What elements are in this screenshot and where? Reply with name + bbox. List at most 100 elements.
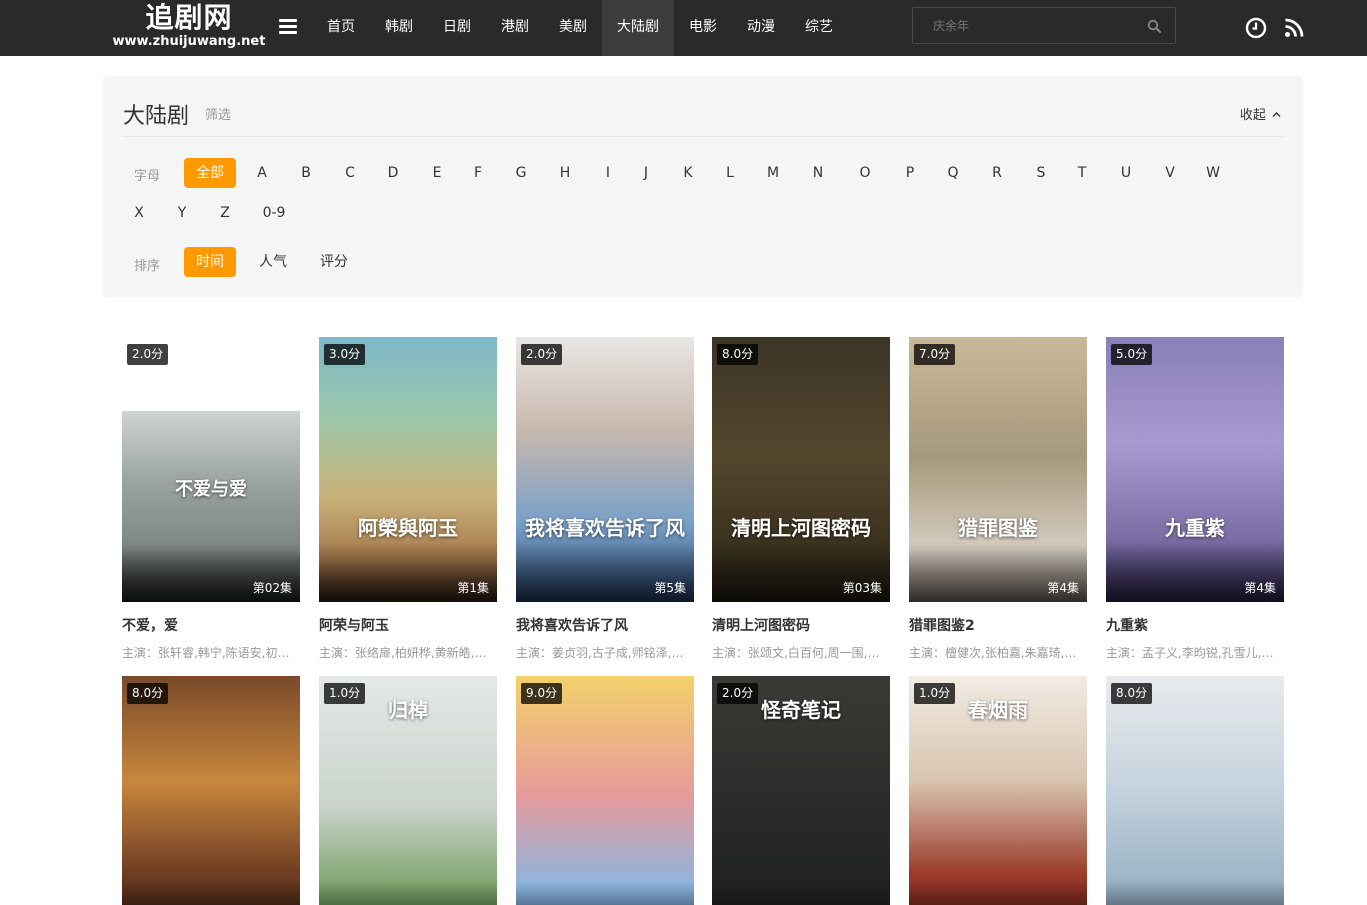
letter-option[interactable]: K (678, 158, 698, 188)
sort-option[interactable]: 时间 (184, 247, 236, 277)
drama-title[interactable]: 阿荣与阿玉 (319, 615, 497, 635)
drama-poster[interactable]: 8.0分 (1106, 676, 1284, 905)
letter-option[interactable]: A (252, 158, 272, 188)
nav-item[interactable]: 动漫 (732, 0, 790, 56)
letter-option[interactable]: P (900, 158, 920, 188)
drama-poster[interactable]: 猎罪图鉴 7.0分 第4集 (909, 337, 1087, 602)
poster-image (516, 676, 694, 905)
letter-option[interactable]: U (1116, 158, 1136, 188)
letter-option[interactable]: T (1072, 158, 1092, 188)
episode-badge: 第03集 (842, 581, 882, 595)
letter-option[interactable]: R (987, 158, 1007, 188)
clock-icon[interactable] (1245, 17, 1267, 39)
drama-poster[interactable]: 怪奇笔记 2.0分 (712, 676, 890, 905)
poster-shade (712, 881, 890, 905)
score-badge: 7.0分 (914, 344, 956, 365)
drama-card: 我将喜欢告诉了风 2.0分 第5集 我将喜欢告诉了风 主演：姜贞羽,古子成,师铭泽,陈.… (516, 337, 694, 661)
letter-option[interactable]: Q (943, 158, 963, 188)
menu-icon[interactable] (279, 19, 297, 35)
letter-option[interactable]: Y (172, 198, 192, 228)
drama-title[interactable]: 清明上河图密码 (712, 615, 890, 635)
score-badge: 9.0分 (521, 683, 563, 704)
letter-option[interactable]: O (855, 158, 875, 188)
nav-item[interactable]: 美剧 (544, 0, 602, 56)
drama-card: 猎罪图鉴 7.0分 第4集 猎罪图鉴2 主演：檀健次,张柏嘉,朱嘉琦,陆... (909, 337, 1087, 661)
score-badge: 3.0分 (324, 344, 366, 365)
letter-option[interactable]: F (468, 158, 488, 188)
drama-poster[interactable]: 8.0分 (122, 676, 300, 905)
poster-title-art: 九重紫 (1165, 516, 1225, 540)
drama-title[interactable]: 我将喜欢告诉了风 (516, 615, 694, 635)
letter-option[interactable]: X (129, 198, 149, 228)
letter-option[interactable]: V (1160, 158, 1180, 188)
drama-card: 8.0分 (1106, 676, 1284, 905)
sort-filter-label: 排序 (134, 259, 161, 274)
site-logo[interactable]: 追剧网 www.zhuijuwang.net (108, 2, 270, 54)
nav-item[interactable]: 首页 (312, 0, 370, 56)
drama-poster[interactable]: 阿榮與阿玉 3.0分 第1集 (319, 337, 497, 602)
score-badge: 8.0分 (717, 344, 759, 365)
nav-item[interactable]: 日剧 (428, 0, 486, 56)
letter-option[interactable]: M (763, 158, 783, 188)
nav-item[interactable]: 电影 (674, 0, 732, 56)
letter-option[interactable]: W (1203, 158, 1223, 188)
letter-option[interactable]: I (598, 158, 618, 188)
poster-title-art: 我将喜欢告诉了风 (525, 516, 685, 540)
drama-card: 春烟雨 1.0分 (909, 676, 1087, 905)
search-icon[interactable] (1147, 19, 1161, 33)
episode-badge: 第4集 (1244, 581, 1276, 595)
drama-card: 8.0分 (122, 676, 300, 905)
letter-option[interactable]: S (1031, 158, 1051, 188)
drama-poster[interactable]: 九重紫 5.0分第4集 (1106, 337, 1284, 602)
drama-card: 阿榮與阿玉 3.0分 第1集 阿荣与阿玉 主演：张络扉,柏妍桦,黄新皓,何... (319, 337, 497, 661)
letter-option[interactable]: D (383, 158, 403, 188)
drama-card: 怪奇笔记 2.0分 (712, 676, 890, 905)
poster-image (1106, 676, 1284, 905)
drama-card: 九重紫 5.0分 第4集 九重紫 主演：孟子义,李昀锐,孔雪儿,夏... (1106, 337, 1284, 661)
rss-icon[interactable] (1284, 17, 1305, 38)
drama-poster[interactable]: 归棹 1.0分 (319, 676, 497, 905)
drama-poster[interactable]: 9.0分 (516, 676, 694, 905)
drama-poster[interactable]: 不爱与爱 2.0分第02集 (122, 337, 300, 602)
nav-item[interactable]: 韩剧 (370, 0, 428, 56)
letter-filter-label: 字母 (134, 169, 161, 184)
nav-item[interactable]: 综艺 (790, 0, 848, 56)
filter-divider (123, 136, 1283, 137)
letter-option[interactable]: Z (215, 198, 235, 228)
search-input[interactable] (913, 8, 1133, 43)
poster-title-art: 不爱与爱 (175, 479, 247, 500)
letter-option[interactable]: J (636, 158, 656, 188)
drama-title[interactable]: 九重紫 (1106, 615, 1284, 635)
nav-item[interactable]: 大陆剧 (602, 0, 674, 56)
sort-option[interactable]: 人气 (253, 247, 293, 277)
letter-option[interactable]: G (511, 158, 531, 188)
letter-option[interactable]: B (296, 158, 316, 188)
letter-option[interactable]: 0-9 (253, 198, 295, 228)
drama-cast: 主演：张轩睿,韩宁,陈语安,初孟... (122, 646, 300, 660)
score-badge: 2.0分 (127, 344, 169, 365)
score-badge: 5.0分 (1111, 344, 1153, 365)
poster-shade (909, 881, 1087, 905)
letter-option[interactable]: E (427, 158, 447, 188)
nav-item[interactable]: 港剧 (486, 0, 544, 56)
drama-poster[interactable]: 我将喜欢告诉了风 2.0分 第5集 (516, 337, 694, 602)
drama-card: 不爱与爱 2.0分第02集不爱，爱主演：张轩睿,韩宁,陈语安,初孟... (122, 337, 300, 661)
filter-subtitle: 筛选 (205, 108, 232, 123)
letter-option[interactable]: L (720, 158, 740, 188)
letter-option[interactable]: H (555, 158, 575, 188)
drama-poster[interactable]: 清明上河图密码 8.0分第03集 (712, 337, 890, 602)
search-box (912, 7, 1176, 44)
episode-badge: 第02集 (252, 581, 292, 595)
drama-poster[interactable]: 春烟雨 1.0分 (909, 676, 1087, 905)
score-badge: 8.0分 (127, 683, 169, 704)
letter-option[interactable]: N (808, 158, 828, 188)
collapse-button[interactable]: 收起 (1240, 104, 1281, 123)
filter-title: 大陆剧 (123, 104, 190, 129)
filter-panel: 大陆剧 筛选 收起 字母 全部 A B C D E F G H I J K L M N O P Q R S T U V W X Y… (103, 76, 1303, 297)
sort-option[interactable]: 评分 (313, 247, 355, 277)
poster-title-art: 清明上河图密码 (731, 516, 871, 540)
letter-option[interactable]: 全部 (184, 158, 236, 188)
letter-option[interactable]: C (340, 158, 360, 188)
drama-title[interactable]: 不爱，爱 (122, 615, 300, 635)
drama-title[interactable]: 猎罪图鉴2 (909, 615, 1087, 635)
